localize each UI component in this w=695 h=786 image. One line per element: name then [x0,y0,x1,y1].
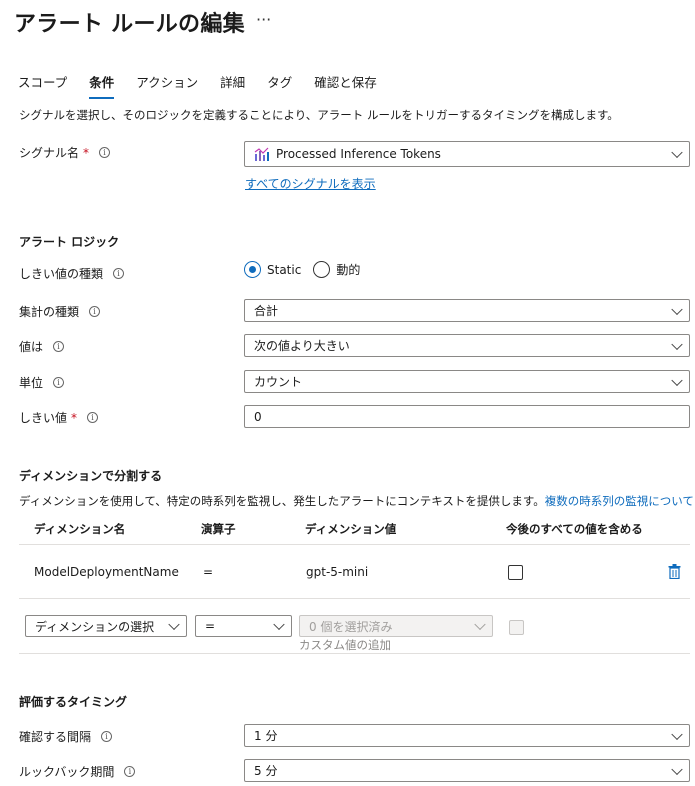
operator-select[interactable]: 次の値より大きい [244,334,690,357]
row-operator: = [203,565,214,579]
lookback-period-label-text: ルックバック期間 [19,765,115,779]
show-all-signals-link[interactable]: すべてのシグナルを表示 [245,175,376,192]
page-description: シグナルを選択し、そのロジックを定義することにより、アラート ルールをトリガーす… [19,108,619,122]
aggregation-type-select[interactable]: 合計 [244,299,690,322]
info-icon[interactable]: i [124,766,136,777]
info-icon[interactable]: i [101,731,113,742]
chevron-down-icon [671,374,683,386]
metric-chart-icon [254,147,269,161]
signal-select[interactable]: Processed Inference Tokens [244,141,690,167]
check-frequency-label-text: 確認する間隔 [19,730,92,744]
dimension-name-placeholder: ディメンションの選択 [35,619,155,634]
tab-bar: スコープ 条件 アクション 詳細 タグ 確認と保存 [18,72,399,99]
unit-label: 単位 i [19,374,65,391]
threshold-value-input[interactable]: 0 [244,405,690,428]
radio-label-dynamic: 動的 [336,263,361,277]
chevron-down-icon [474,618,486,631]
chevron-down-icon [671,763,683,775]
tab-details[interactable]: 詳細 [220,72,245,99]
threshold-value-text: 0 [254,409,262,424]
col-operator: 演算子 [201,522,236,536]
include-future-values-checkbox-disabled [509,620,524,635]
unit-value: カウント [254,375,303,389]
aggregation-type-value: 合計 [254,304,279,318]
radio-unchecked-icon [313,261,331,278]
table-divider [19,598,690,599]
operator-value: 次の値より大きい [254,339,350,353]
lookback-period-select[interactable]: 5 分 [244,759,690,782]
required-asterisk: * [83,145,90,160]
col-dimension-values: ディメンション値 [305,522,397,536]
chevron-down-icon [671,303,683,315]
table-divider [19,653,690,654]
tab-review-create[interactable]: 確認と保存 [314,72,377,99]
info-icon[interactable]: i [113,268,125,279]
threshold-type-label-text: しきい値の種類 [19,267,104,281]
chevron-down-icon [273,618,285,631]
row-dimension-value: gpt-5-mini [306,565,369,579]
alert-logic-heading: アラート ロジック [19,235,120,249]
tab-actions[interactable]: アクション [136,72,198,99]
more-options-button[interactable]: ··· [256,10,271,29]
threshold-dynamic-radio[interactable]: 動的 [313,261,360,278]
evaluation-heading: 評価するタイミング [19,695,128,709]
check-frequency-select[interactable]: 1 分 [244,724,690,747]
add-custom-value-hint: カスタム値の追加 [299,638,391,652]
dimension-values-placeholder: 0 個を選択済み [309,619,393,634]
lookback-period-label: ルックバック期間 i [19,763,136,780]
chevron-down-icon [671,146,683,159]
radio-label-static: Static [267,262,302,277]
threshold-static-radio[interactable]: Static [244,261,301,278]
split-dimensions-heading: ディメンションで分割する [19,469,163,483]
chevron-down-icon [671,728,683,740]
tab-condition[interactable]: 条件 [89,72,115,99]
split-description: ディメンションを使用して、特定の時系列を監視し、発生したアラートにコンテキストを… [19,493,694,509]
page-title: アラート ルールの編集 [14,12,245,37]
col-include-future: 今後のすべての値を含める [506,522,643,536]
signal-name-label: シグナル名 * i [19,144,111,161]
aggregation-type-label-text: 集計の種類 [19,305,80,319]
unit-label-text: 単位 [19,376,44,390]
monitor-multiple-series-link[interactable]: 複数の時系列の監視について [545,494,694,508]
check-frequency-label: 確認する間隔 i [19,728,113,745]
threshold-value-label: しきい値 * i [19,409,99,426]
info-icon[interactable]: i [89,306,101,317]
table-divider [19,544,690,545]
tab-scope[interactable]: スコープ [18,72,67,99]
signal-select-value: Processed Inference Tokens [276,147,441,161]
include-future-values-checkbox[interactable] [508,565,523,580]
threshold-value-label-text: しきい値 [19,411,68,425]
chevron-down-icon [671,338,683,350]
check-frequency-value: 1 分 [254,729,278,743]
operator-label-text: 値は [19,340,44,354]
split-description-text: ディメンションを使用して、特定の時系列を監視し、発生したアラートにコンテキストを… [19,494,545,508]
tab-tags[interactable]: タグ [267,72,292,99]
col-dimension-name: ディメンション名 [34,522,126,536]
aggregation-type-label: 集計の種類 i [19,303,101,320]
operator-label: 値は i [19,338,65,355]
info-icon[interactable]: i [53,341,65,352]
dimension-values-select: 0 個を選択済み [299,615,493,637]
dimension-operator-value: = [205,619,216,633]
info-icon[interactable]: i [53,377,65,388]
lookback-period-value: 5 分 [254,764,278,778]
signal-name-label-text: シグナル名 [19,146,80,160]
dimension-operator-select[interactable]: = [195,615,292,637]
threshold-type-radio-group: Static 動的 [244,261,360,278]
info-icon[interactable]: i [99,147,111,158]
info-icon[interactable]: i [87,412,99,423]
dimension-name-select[interactable]: ディメンションの選択 [25,615,187,637]
radio-checked-icon [244,261,261,278]
chevron-down-icon [168,618,180,631]
required-asterisk: * [71,410,78,425]
row-dimension-name: ModelDeploymentName [34,565,179,579]
unit-select[interactable]: カウント [244,370,690,393]
delete-trash-icon[interactable] [668,564,681,579]
threshold-type-label: しきい値の種類 i [19,265,125,282]
